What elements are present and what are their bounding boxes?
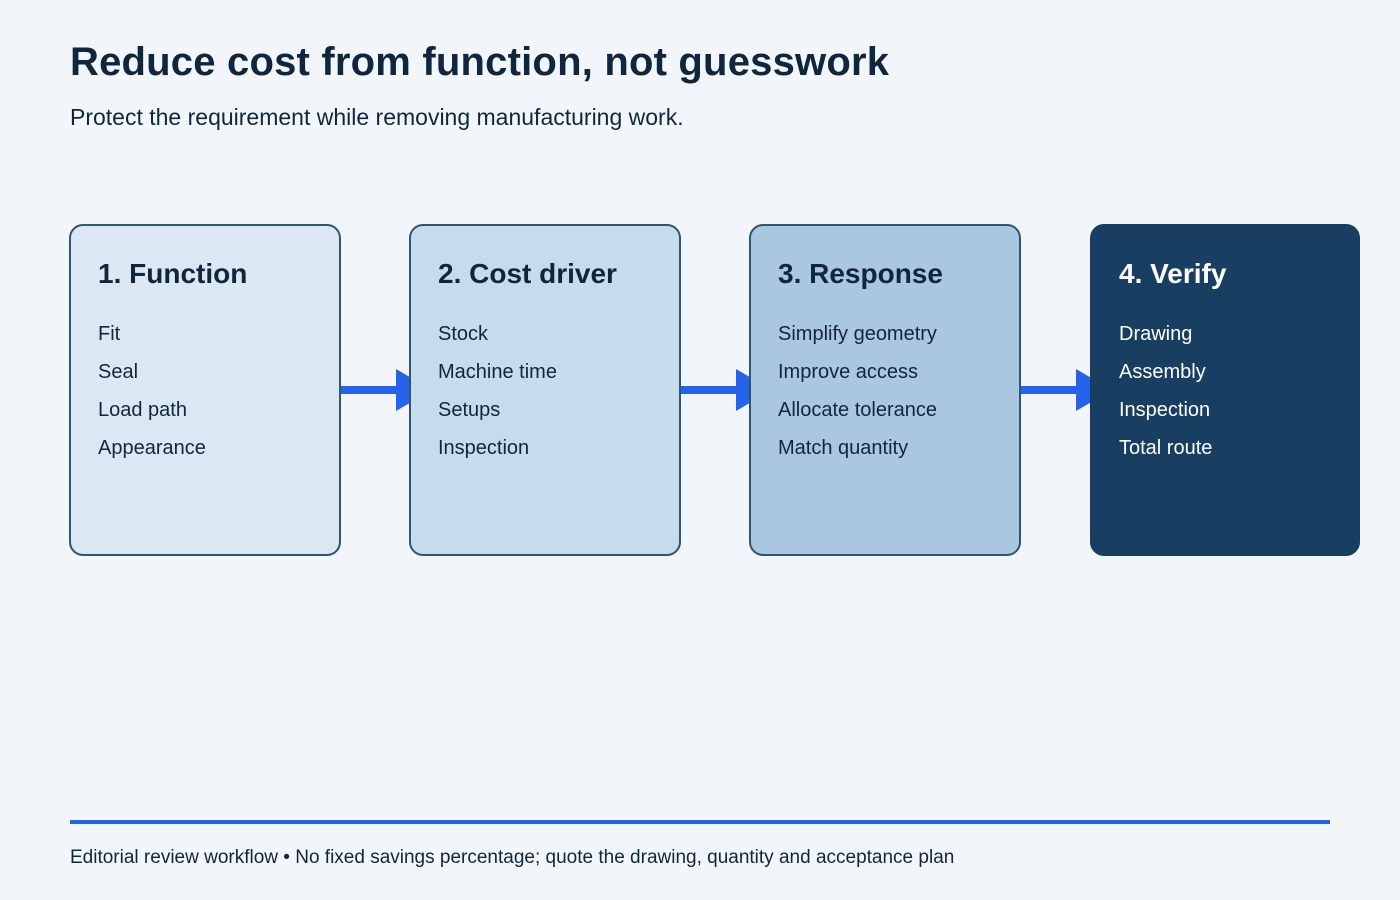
step-item-list: Fit Seal Load path Appearance [98, 315, 339, 467]
step-item: Stock [438, 323, 489, 345]
step-title: 4. Verify [1119, 258, 1227, 289]
step-item: Fit [98, 323, 121, 345]
arrow-3-shaft [1021, 386, 1081, 394]
step-item: Seal [98, 361, 139, 383]
step-item-list: Simplify geometry Improve access Allocat… [778, 315, 1019, 467]
footer-note: Editorial review workflow • No fixed sav… [70, 847, 955, 868]
step-item: Improve access [778, 361, 919, 383]
footer-divider [70, 820, 1330, 824]
step-title: 1. Function [98, 258, 248, 289]
step-item: Machine time [438, 361, 557, 383]
arrow-1-shaft [341, 386, 401, 394]
step-item-list: Stock Machine time Setups Inspection [438, 315, 679, 467]
step-item: Match quantity [778, 437, 909, 459]
arrow-2-shaft [681, 386, 741, 394]
step-function: 1. Function Fit Seal Load path Appearanc… [69, 224, 341, 556]
step-item: Total route [1119, 437, 1213, 459]
step-title: 3. Response [778, 258, 943, 289]
page-subtitle: Protect the requirement while removing m… [70, 104, 684, 130]
step-title: 2. Cost driver [438, 258, 617, 289]
step-item: Load path [98, 399, 187, 421]
step-item: Inspection [438, 437, 530, 459]
step-verify: 4. Verify Drawing Assembly Inspection To… [1090, 224, 1360, 556]
step-item: Setups [438, 399, 501, 421]
step-item: Assembly [1119, 361, 1206, 383]
page-title: Reduce cost from function, not guesswork [70, 40, 890, 84]
step-item: Inspection [1119, 399, 1211, 421]
step-item: Appearance [98, 437, 206, 459]
step-item-list: Drawing Assembly Inspection Total route [1119, 315, 1358, 467]
step-cost-driver: 2. Cost driver Stock Machine time Setups… [409, 224, 681, 556]
step-item: Simplify geometry [778, 323, 937, 345]
step-item: Drawing [1119, 323, 1193, 345]
step-item: Allocate tolerance [778, 399, 937, 421]
step-response: 3. Response Simplify geometry Improve ac… [749, 224, 1021, 556]
